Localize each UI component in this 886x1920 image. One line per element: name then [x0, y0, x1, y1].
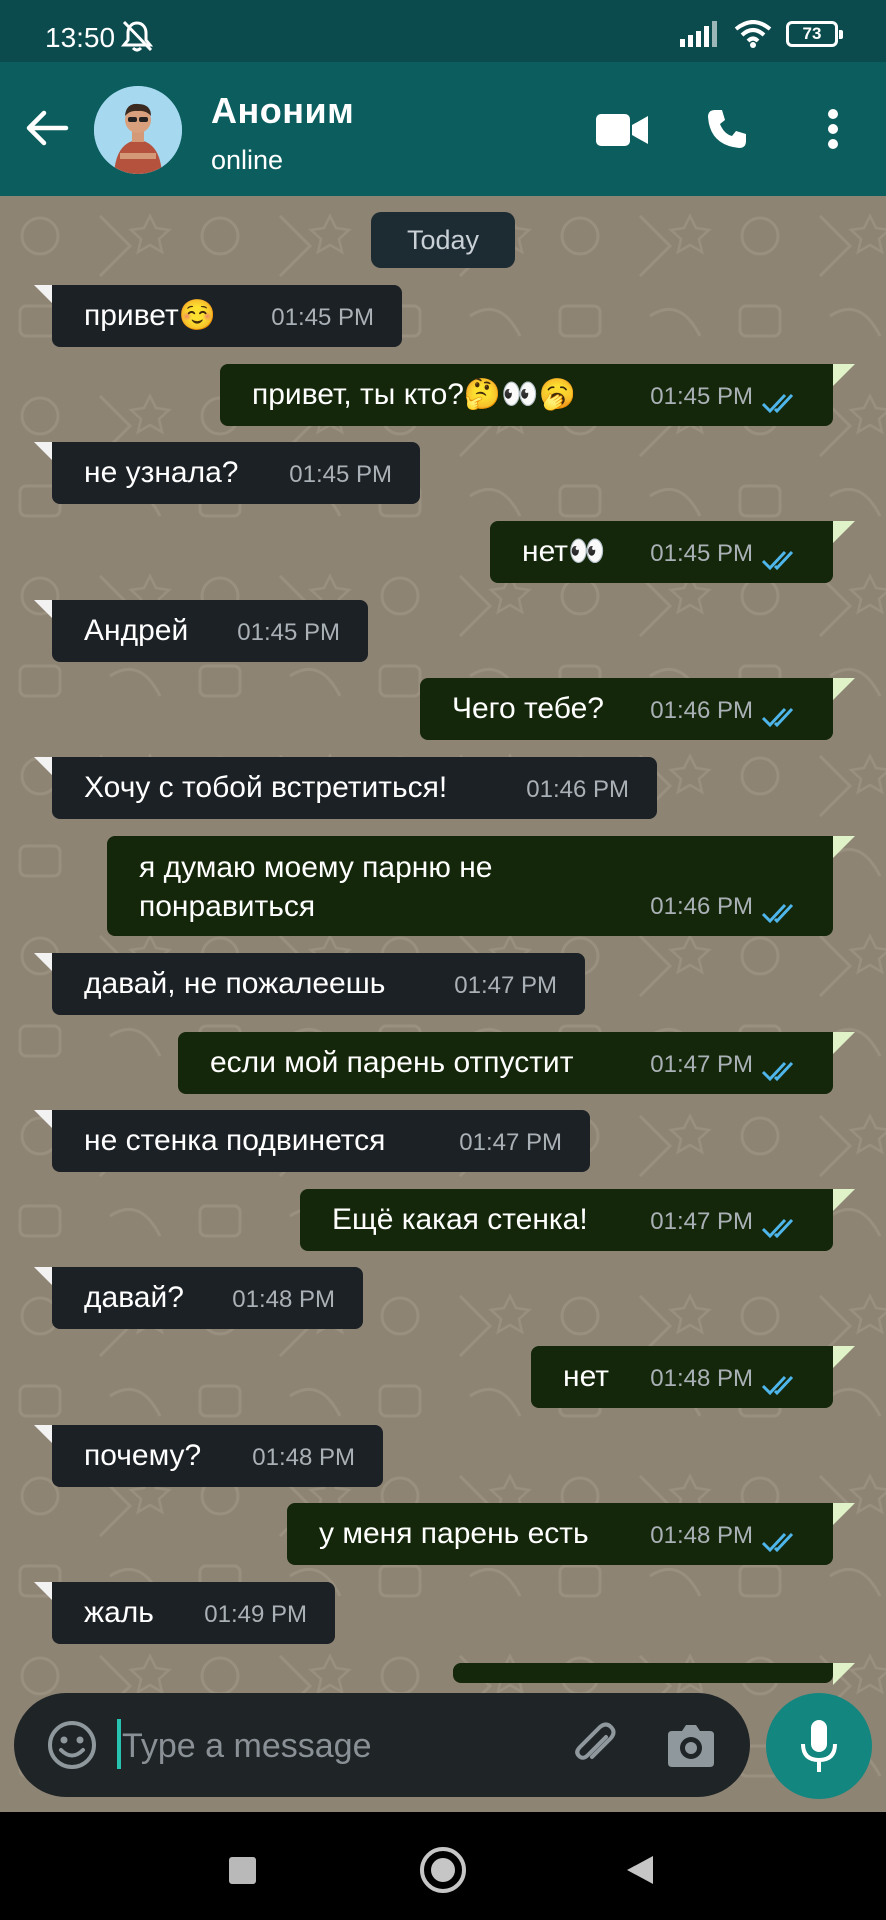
- message-time: 01:46 PM: [650, 697, 753, 724]
- message-text: привет☺️: [84, 299, 217, 332]
- message-incoming[interactable]: не стенка подвинется 01:47 PM: [34, 1110, 590, 1172]
- message-time: 01:49 PM: [204, 1601, 307, 1628]
- text-cursor: [117, 1719, 121, 1769]
- battery-indicator: 73: [786, 21, 843, 47]
- message-time: 01:47 PM: [650, 1051, 753, 1078]
- message-incoming[interactable]: почему? 01:48 PM: [34, 1425, 383, 1487]
- double-check-icon: [761, 707, 794, 728]
- message-text: у меня парень есть: [319, 1517, 589, 1550]
- message-time: 01:46 PM: [650, 893, 753, 920]
- chat-area[interactable]: Today привет☺️ 01:45 PM привет, ты кто?🤔👀…: [0, 196, 886, 1812]
- message-time: 01:46 PM: [526, 776, 629, 803]
- message-text: жаль: [84, 1596, 154, 1629]
- status-time: 13:50: [45, 22, 116, 53]
- message-time: 01:45 PM: [650, 383, 753, 410]
- message-text: не узнала?: [84, 456, 239, 489]
- message-incoming[interactable]: Андрей 01:45 PM: [34, 600, 368, 662]
- message-incoming[interactable]: жаль 01:49 PM: [34, 1582, 335, 1644]
- contact-name[interactable]: Аноним: [211, 90, 354, 132]
- message-time: 01:45 PM: [271, 304, 374, 331]
- phone-icon[interactable]: [706, 108, 748, 150]
- message-text: Хочу с тобой встретиться!: [84, 771, 448, 804]
- more-vertical-icon[interactable]: [826, 108, 840, 150]
- chat-header: Аноним online: [0, 62, 886, 196]
- signal-icon: [680, 21, 717, 47]
- double-check-icon: [761, 550, 794, 571]
- message-time: 01:48 PM: [650, 1365, 753, 1392]
- message-incoming[interactable]: давай, не пожалеешь 01:47 PM: [34, 953, 585, 1015]
- message-outgoing[interactable]: у меня парень есть 01:48 PM: [287, 1503, 855, 1565]
- recent-apps-button[interactable]: [229, 1857, 256, 1884]
- message-composer: [14, 1693, 750, 1797]
- system-nav-bar: [0, 1812, 886, 1920]
- double-check-icon: [761, 1218, 794, 1239]
- double-check-icon: [761, 393, 794, 414]
- double-check-icon: [761, 903, 794, 924]
- status-bar: 13:50 73: [0, 0, 886, 62]
- message-time: 01:48 PM: [252, 1444, 355, 1471]
- status-indicators: 73: [680, 20, 843, 48]
- message-text: нет👀: [522, 535, 606, 568]
- message-outgoing[interactable]: нет 01:48 PM: [531, 1346, 855, 1408]
- message-text: Андрей: [84, 614, 189, 647]
- message-text: почему?: [84, 1439, 202, 1472]
- message-outgoing[interactable]: Чего тебе? 01:46 PM: [420, 678, 855, 740]
- message-text: Ещё какая стенка!: [332, 1203, 588, 1236]
- message-incoming[interactable]: не узнала? 01:45 PM: [34, 442, 420, 504]
- message-text: если мой парень отпустит: [210, 1046, 574, 1079]
- message-outgoing[interactable]: Ещё какая стенка! 01:47 PM: [300, 1189, 855, 1251]
- date-chip: Today: [371, 212, 515, 268]
- message-time: 01:47 PM: [454, 972, 557, 999]
- message-text: привет, ты кто?🤔👀🥱: [252, 378, 576, 411]
- message-time: 01:48 PM: [650, 1522, 753, 1549]
- message-outgoing-partial[interactable]: [453, 1663, 855, 1685]
- message-text: Чего тебе?: [452, 692, 604, 725]
- message-outgoing[interactable]: если мой парень отпустит 01:47 PM: [178, 1032, 855, 1094]
- double-check-icon: [761, 1375, 794, 1396]
- emoji-icon[interactable]: [46, 1719, 98, 1771]
- camera-icon[interactable]: [666, 1721, 716, 1769]
- contact-status: online: [211, 145, 284, 175]
- message-time: 01:47 PM: [459, 1129, 562, 1156]
- message-incoming[interactable]: Хочу с тобой встретиться! 01:46 PM: [34, 757, 657, 819]
- home-button[interactable]: [420, 1847, 466, 1893]
- message-time: 01:45 PM: [650, 540, 753, 567]
- message-incoming[interactable]: давай? 01:48 PM: [34, 1267, 363, 1329]
- bell-off-icon: [120, 20, 154, 52]
- message-outgoing[interactable]: я думаю моему парню не понравиться 01:46 …: [107, 836, 855, 936]
- message-incoming[interactable]: привет☺️ 01:45 PM: [34, 285, 402, 347]
- message-text: нет: [563, 1360, 609, 1393]
- message-outgoing[interactable]: привет, ты кто?🤔👀🥱 01:45 PM: [220, 364, 855, 426]
- paperclip-icon[interactable]: [570, 1719, 622, 1771]
- microphone-button[interactable]: [766, 1693, 872, 1799]
- microphone-icon: [801, 1720, 837, 1772]
- message-time: 01:48 PM: [232, 1286, 335, 1313]
- avatar-image: [94, 86, 182, 174]
- arrow-left-icon[interactable]: [24, 108, 70, 148]
- message-outgoing[interactable]: нет👀 01:45 PM: [490, 521, 855, 583]
- double-check-icon: [761, 1061, 794, 1082]
- message-text: давай, не пожалеешь: [84, 967, 386, 1000]
- nav-back-icon[interactable]: [625, 1854, 655, 1886]
- video-camera-icon[interactable]: [596, 114, 648, 146]
- wifi-icon: [734, 20, 772, 48]
- message-time: 01:45 PM: [237, 619, 340, 646]
- message-text: давай?: [84, 1281, 184, 1314]
- message-time: 01:45 PM: [289, 461, 392, 488]
- message-text: я думаю моему парню не понравиться: [139, 851, 493, 923]
- message-text: не стенка подвинется: [84, 1124, 386, 1157]
- message-input[interactable]: [122, 1721, 442, 1771]
- message-time: 01:47 PM: [650, 1208, 753, 1235]
- avatar[interactable]: [94, 86, 182, 174]
- double-check-icon: [761, 1532, 794, 1553]
